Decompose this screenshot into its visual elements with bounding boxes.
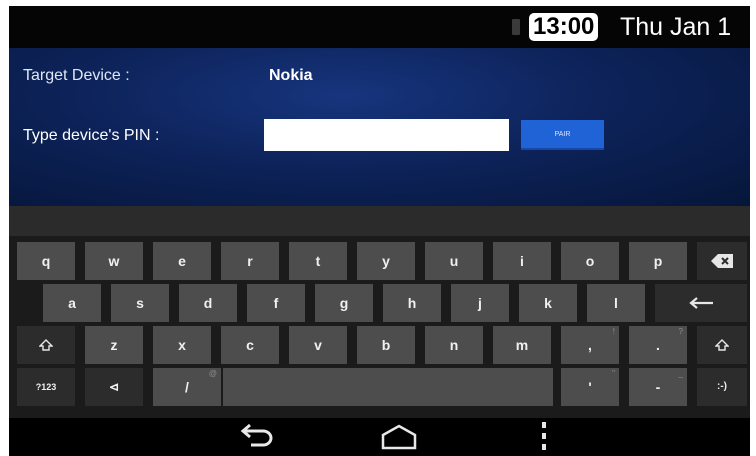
- soft-keyboard: q w e r t y u i o p a s d f g h j k l z …: [9, 206, 750, 418]
- suggestion-strip: [9, 206, 750, 236]
- key-t[interactable]: t: [289, 242, 347, 280]
- key-minus-label: -: [655, 379, 661, 395]
- shift-key-right[interactable]: [697, 326, 747, 364]
- backspace-icon: [711, 254, 733, 268]
- key-i[interactable]: i: [493, 242, 551, 280]
- key-hint-exclamation: !: [612, 327, 615, 336]
- key-q[interactable]: q: [17, 242, 75, 280]
- shift-icon: [714, 339, 730, 351]
- key-p[interactable]: p: [629, 242, 687, 280]
- key-c[interactable]: c: [221, 326, 279, 364]
- key-apostrophe[interactable]: ' ": [561, 368, 619, 406]
- status-date: Thu Jan 1: [620, 13, 732, 41]
- key-apostrophe-label: ': [588, 379, 592, 395]
- backspace-key[interactable]: [697, 242, 747, 280]
- space-key[interactable]: [223, 368, 553, 406]
- pair-button[interactable]: PAIR: [521, 120, 604, 150]
- key-s[interactable]: s: [111, 284, 169, 322]
- shift-icon: [38, 339, 54, 351]
- key-r[interactable]: r: [221, 242, 279, 280]
- key-m[interactable]: m: [493, 326, 551, 364]
- key-comma[interactable]: ,!: [561, 326, 619, 364]
- key-h[interactable]: h: [383, 284, 441, 322]
- smiley-key[interactable]: :-): [697, 368, 747, 406]
- key-slash-label: /: [185, 379, 189, 395]
- key-o[interactable]: o: [561, 242, 619, 280]
- shift-key-left[interactable]: [17, 326, 75, 364]
- key-f[interactable]: f: [247, 284, 305, 322]
- home-button[interactable]: [369, 418, 429, 456]
- back-button[interactable]: [229, 418, 285, 456]
- settings-key[interactable]: ⊲: [85, 368, 143, 406]
- status-clock: 13:00: [529, 13, 599, 41]
- key-g[interactable]: g: [315, 284, 373, 322]
- key-comma-label: ,: [588, 337, 592, 353]
- key-j[interactable]: j: [451, 284, 509, 322]
- target-device-value: Nokia: [269, 67, 313, 84]
- home-icon: [381, 424, 417, 450]
- key-k[interactable]: k: [519, 284, 577, 322]
- enter-key[interactable]: [655, 284, 747, 322]
- key-hint-question: ?: [678, 327, 683, 336]
- navigation-bar: [9, 418, 750, 456]
- key-minus[interactable]: - _: [629, 368, 687, 406]
- tablet-screen: 13:00 Thu Jan 1 Target Device : Nokia Ty…: [9, 6, 750, 456]
- menu-button[interactable]: [529, 418, 559, 456]
- key-b[interactable]: b: [357, 326, 415, 364]
- pairing-dialog: Target Device : Nokia Type device's PIN …: [9, 48, 750, 206]
- key-d[interactable]: d: [179, 284, 237, 322]
- key-a[interactable]: a: [43, 284, 101, 322]
- key-e[interactable]: e: [153, 242, 211, 280]
- target-device-label: Target Device :: [23, 67, 130, 84]
- pin-label: Type device's PIN :: [23, 127, 160, 144]
- key-y[interactable]: y: [357, 242, 415, 280]
- pin-input[interactable]: [264, 119, 509, 151]
- key-n[interactable]: n: [425, 326, 483, 364]
- key-period[interactable]: .?: [629, 326, 687, 364]
- status-bar: 13:00 Thu Jan 1: [9, 6, 750, 48]
- back-icon: [240, 423, 273, 447]
- key-period-label: .: [656, 337, 660, 353]
- key-z[interactable]: z: [85, 326, 143, 364]
- key-w[interactable]: w: [85, 242, 143, 280]
- key-slash[interactable]: / @: [153, 368, 221, 406]
- key-v[interactable]: v: [289, 326, 347, 364]
- menu-icon: [542, 422, 546, 450]
- key-u[interactable]: u: [425, 242, 483, 280]
- enter-icon: [689, 297, 713, 309]
- key-hint-quote: ": [612, 369, 615, 378]
- key-l[interactable]: l: [587, 284, 645, 322]
- battery-icon: [512, 19, 520, 35]
- key-x[interactable]: x: [153, 326, 211, 364]
- key-hint-at: @: [208, 369, 217, 378]
- key-hint-underscore: _: [678, 369, 683, 378]
- symbols-key[interactable]: ?123: [17, 368, 75, 406]
